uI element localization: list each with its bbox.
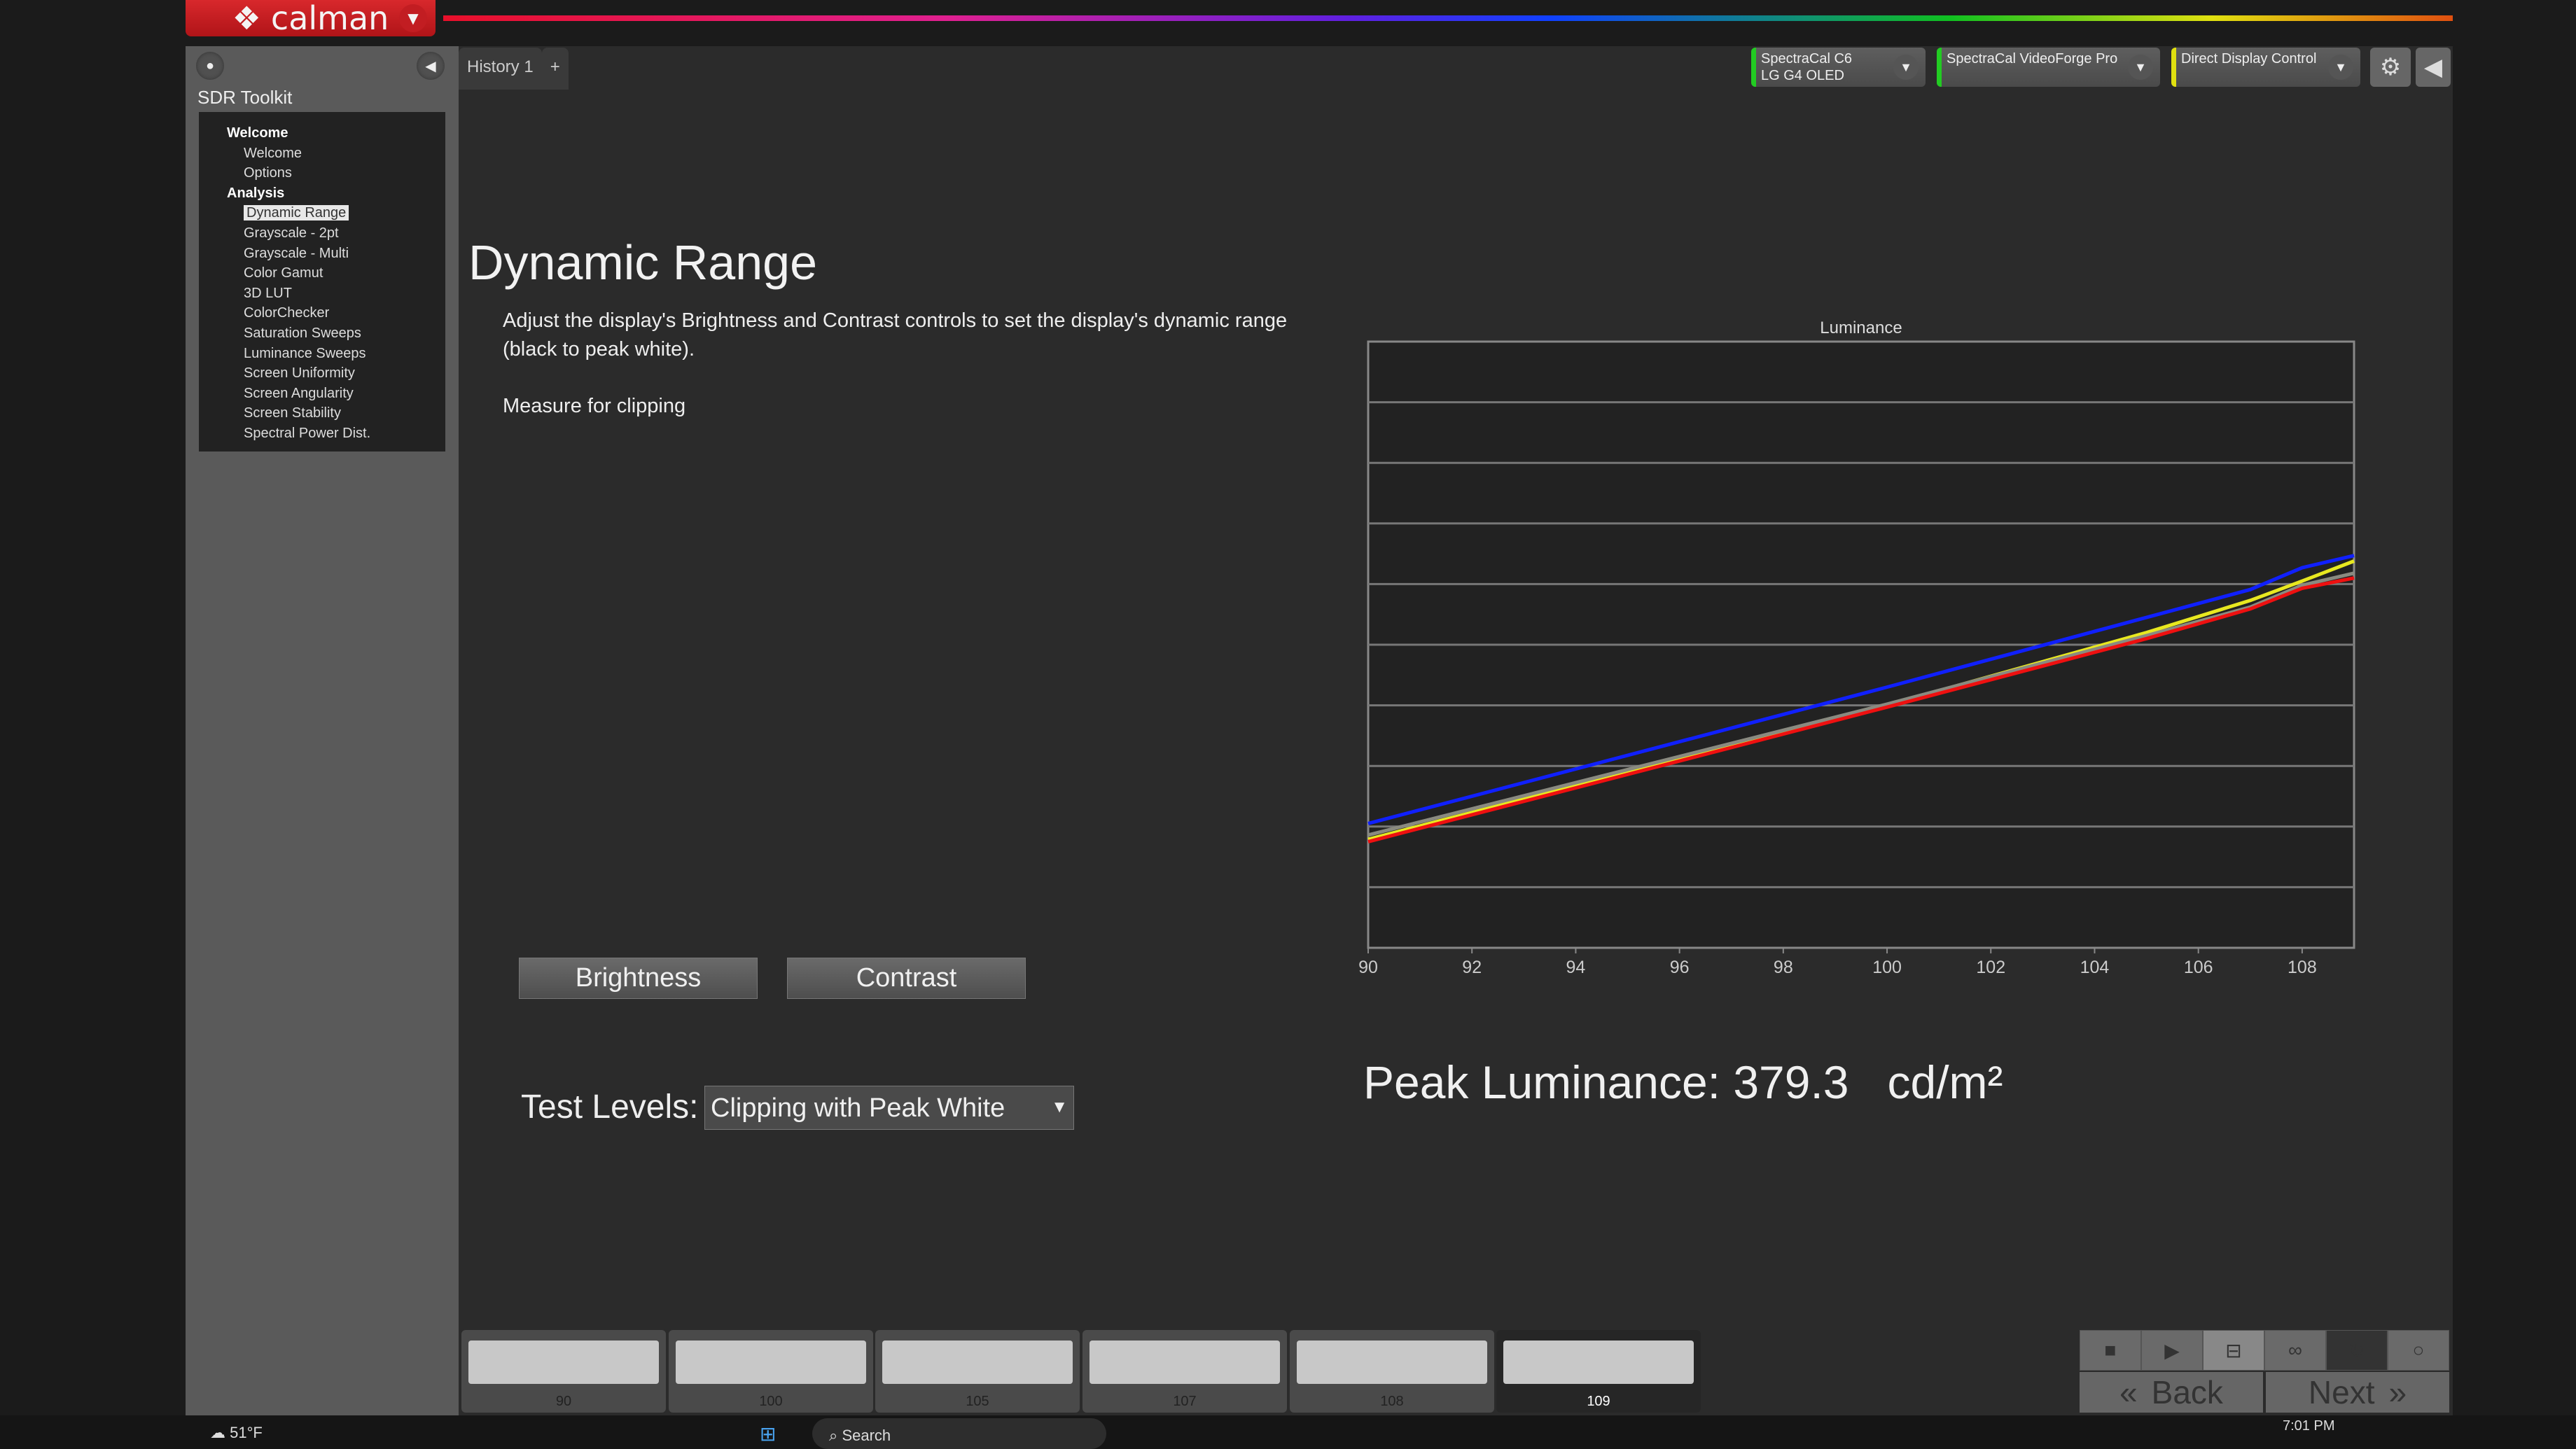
patch-105[interactable]: 105 bbox=[875, 1330, 1080, 1413]
tree-item[interactable]: Dynamic Range bbox=[199, 203, 445, 223]
tree-group[interactable]: Welcome bbox=[199, 123, 445, 144]
refresh-icon[interactable]: ↻ bbox=[2326, 1330, 2388, 1371]
tree-item[interactable]: Grayscale - 2pt bbox=[199, 223, 445, 244]
weather-widget[interactable]: ☁ 51°F bbox=[210, 1424, 263, 1442]
test-levels-value: Clipping with Peak White bbox=[711, 1093, 1005, 1123]
tree-item[interactable]: Welcome bbox=[199, 144, 445, 164]
workflow-tree: Welcome Welcome Options Analysis Dynamic Ran… bbox=[199, 112, 445, 451]
status-indicator bbox=[2171, 48, 2176, 87]
patch-109[interactable]: 109 bbox=[1496, 1330, 1701, 1413]
patch-107[interactable]: 107 bbox=[1082, 1330, 1287, 1413]
patch-swatch bbox=[882, 1340, 1073, 1384]
toolkit-title: SDR Toolkit bbox=[197, 87, 293, 108]
hold-icon[interactable]: ⊟ bbox=[2203, 1330, 2264, 1371]
tab-history-1[interactable]: History 1 bbox=[459, 48, 542, 90]
chart-title: Luminance bbox=[1820, 318, 1902, 337]
tree-item[interactable]: Color Gamut bbox=[199, 263, 445, 284]
stop-icon[interactable]: ■ bbox=[2080, 1330, 2141, 1371]
device-selector[interactable]: SpectraCal VideoForge Pro ▼ bbox=[1937, 48, 2160, 87]
patch-108[interactable]: 108 bbox=[1290, 1330, 1494, 1413]
description: Adjust the display's Brightness and Cont… bbox=[503, 309, 1288, 360]
taskbar: ☁ 51°F ⊞ ⌕ Search 7:01 PM bbox=[0, 1415, 2576, 1449]
add-tab-button[interactable]: + bbox=[541, 48, 569, 90]
test-levels-label: Test Levels: bbox=[521, 1088, 699, 1126]
x-tick-label: 106 bbox=[2184, 958, 2213, 977]
next-button[interactable]: Next» bbox=[2266, 1372, 2449, 1413]
patch-90[interactable]: 90 bbox=[461, 1330, 666, 1413]
tree-item[interactable]: ColorChecker bbox=[199, 303, 445, 323]
continuous-icon[interactable]: ∞ bbox=[2264, 1330, 2326, 1371]
tree-item[interactable]: Grayscale - Multi bbox=[199, 244, 445, 264]
contrast-button[interactable]: Contrast bbox=[787, 958, 1026, 999]
device-selector[interactable]: Direct Display Control ▼ bbox=[2171, 48, 2360, 87]
double-chevron-left-icon: « bbox=[2119, 1374, 2138, 1410]
patch-swatch bbox=[1089, 1340, 1280, 1384]
chevron-down-icon[interactable]: ▼ bbox=[2128, 55, 2153, 80]
calman-diamond-icon: ❖ bbox=[232, 0, 261, 37]
tree-group[interactable]: Analysis bbox=[199, 183, 445, 204]
chevron-down-icon[interactable]: ▼ bbox=[399, 4, 427, 32]
tree-item[interactable]: Luminance Sweeps bbox=[199, 344, 445, 364]
patch-swatch bbox=[1297, 1340, 1487, 1384]
measurement-controls: ■ ▶ ⊟ ∞ ↻ ○ «Back Next» bbox=[2080, 1330, 2449, 1413]
collapse-left-icon[interactable]: ◀ bbox=[417, 52, 445, 80]
taskbar-search[interactable]: ⌕ Search bbox=[812, 1418, 1106, 1449]
patch-swatch bbox=[468, 1340, 659, 1384]
x-tick-label: 102 bbox=[1976, 958, 2005, 977]
clock: 7:01 PM bbox=[2283, 1418, 2335, 1434]
tree-item[interactable]: Saturation Sweeps bbox=[199, 323, 445, 344]
x-tick-label: 96 bbox=[1670, 958, 1690, 977]
chevron-down-icon[interactable]: ▼ bbox=[1893, 55, 1919, 80]
x-tick-label: 98 bbox=[1774, 958, 1793, 977]
status-indicator bbox=[1937, 48, 1942, 87]
calman-menu-button[interactable]: ❖ calman ▼ bbox=[186, 0, 436, 37]
x-tick-label: 94 bbox=[1566, 958, 1586, 977]
patch-swatch bbox=[676, 1340, 866, 1384]
back-button[interactable]: «Back bbox=[2080, 1372, 2263, 1413]
tree-item[interactable]: 3D LUT bbox=[199, 284, 445, 304]
test-levels-select[interactable]: Clipping with Peak White ▼ bbox=[704, 1086, 1074, 1130]
brightness-button[interactable]: Brightness bbox=[519, 958, 758, 999]
tab-bar: History 1 + bbox=[459, 48, 569, 90]
patch-100[interactable]: 100 bbox=[669, 1330, 873, 1413]
start-icon[interactable]: ⊞ bbox=[760, 1422, 776, 1446]
tree-item[interactable]: Screen Uniformity bbox=[199, 363, 445, 384]
logo-text: calman bbox=[270, 0, 389, 37]
peak-luminance-readout: Peak Luminance: 379.3 cd/m² bbox=[1363, 1056, 2003, 1108]
play-icon[interactable]: ▶ bbox=[2141, 1330, 2203, 1371]
x-tick-label: 100 bbox=[1872, 958, 1902, 977]
rainbow-divider bbox=[443, 15, 2453, 21]
chevron-down-icon: ▼ bbox=[1051, 1098, 1068, 1116]
status-indicator bbox=[1751, 48, 1756, 87]
device-selector[interactable]: SpectraCal C6 LG G4 OLED ▼ bbox=[1751, 48, 1926, 87]
settings-gear-icon[interactable]: ⚙ bbox=[2370, 48, 2411, 87]
extra-control-icon[interactable]: ○ bbox=[2388, 1330, 2449, 1371]
measure-instruction: Measure for clipping bbox=[503, 395, 686, 417]
luminance-chart: Luminance 90 92 94 96 98 100 102 104 106 108 bbox=[1358, 318, 2355, 977]
chevron-down-icon[interactable]: ▼ bbox=[2328, 55, 2353, 80]
tree-item[interactable]: Screen Stability bbox=[199, 403, 445, 424]
x-tick-label: 92 bbox=[1462, 958, 1482, 977]
tree-item[interactable]: Screen Angularity bbox=[199, 384, 445, 404]
x-tick-label: 104 bbox=[2080, 958, 2110, 977]
patch-swatch bbox=[1503, 1340, 1694, 1384]
tree-item[interactable]: Options bbox=[199, 163, 445, 183]
tree-item[interactable]: Spectral Power Dist. bbox=[199, 424, 445, 444]
collapse-right-icon[interactable]: ◀ bbox=[2416, 48, 2451, 87]
pin-icon[interactable]: ● bbox=[196, 52, 224, 80]
x-tick-label: 108 bbox=[2288, 958, 2317, 977]
x-tick-label: 90 bbox=[1358, 958, 1378, 977]
page-title: Dynamic Range bbox=[468, 235, 817, 290]
double-chevron-right-icon: » bbox=[2388, 1374, 2407, 1410]
